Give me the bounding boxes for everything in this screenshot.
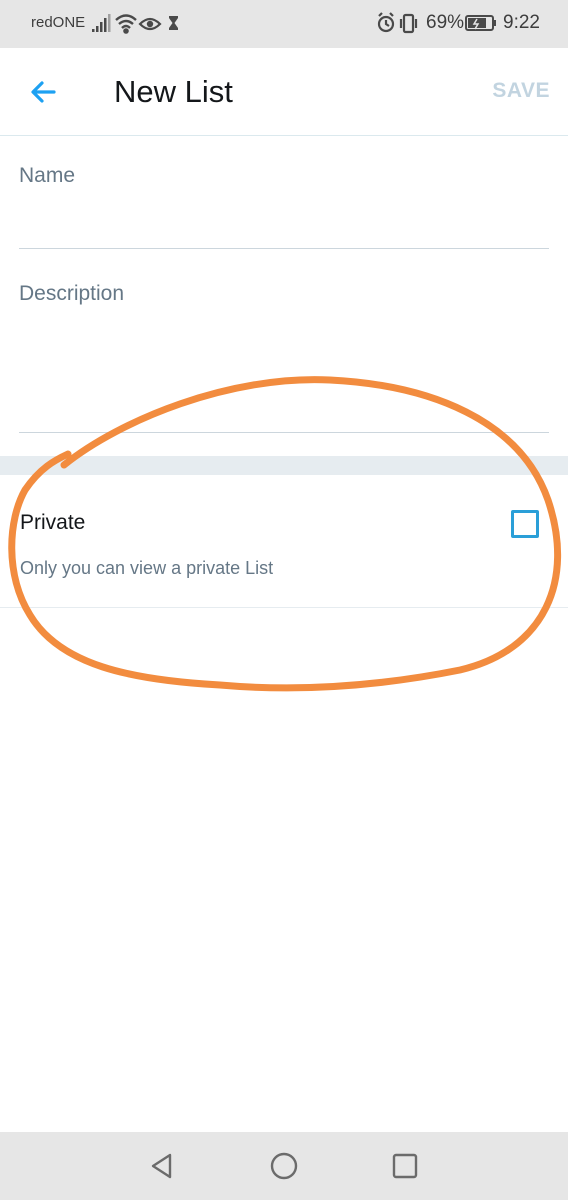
app-header: New List SAVE: [0, 48, 568, 136]
vibrate-icon: [399, 13, 418, 34]
system-nav-bar: [0, 1132, 568, 1200]
battery-icon: [465, 15, 496, 31]
private-toggle-row[interactable]: Private Only you can view a private List: [0, 475, 568, 608]
eye-icon: [138, 17, 162, 31]
home-circle-icon[interactable]: [268, 1150, 300, 1182]
back-arrow-icon: [31, 81, 56, 103]
wifi-icon: [115, 14, 137, 34]
name-field-label: Name: [19, 164, 76, 187]
description-field-label: Description: [19, 282, 125, 305]
status-bar: redONE 69% 9:22: [0, 0, 568, 48]
back-triangle-icon[interactable]: [146, 1150, 178, 1182]
section-divider: [0, 456, 568, 475]
private-checkbox[interactable]: [511, 510, 539, 538]
page-title: New List: [114, 74, 233, 109]
carrier-name: redONE: [31, 14, 86, 31]
hourglass-icon: [169, 16, 178, 30]
status-time: 9:22: [503, 12, 540, 33]
status-right-icons: [377, 12, 418, 34]
screen: redONE 69% 9:22 New List SAVE Name Descr…: [0, 0, 568, 1200]
battery-percent: 69%: [426, 12, 465, 33]
save-button[interactable]: SAVE: [492, 79, 550, 103]
name-field[interactable]: Name: [19, 164, 549, 249]
private-title: Private: [20, 511, 86, 534]
recents-square-icon[interactable]: [389, 1150, 421, 1182]
private-description: Only you can view a private List: [20, 558, 274, 578]
back-button[interactable]: [24, 74, 64, 110]
description-field[interactable]: Description: [19, 282, 549, 433]
alarm-icon: [377, 12, 395, 33]
status-left-icons: [92, 14, 178, 34]
signal-icon: [92, 14, 111, 32]
